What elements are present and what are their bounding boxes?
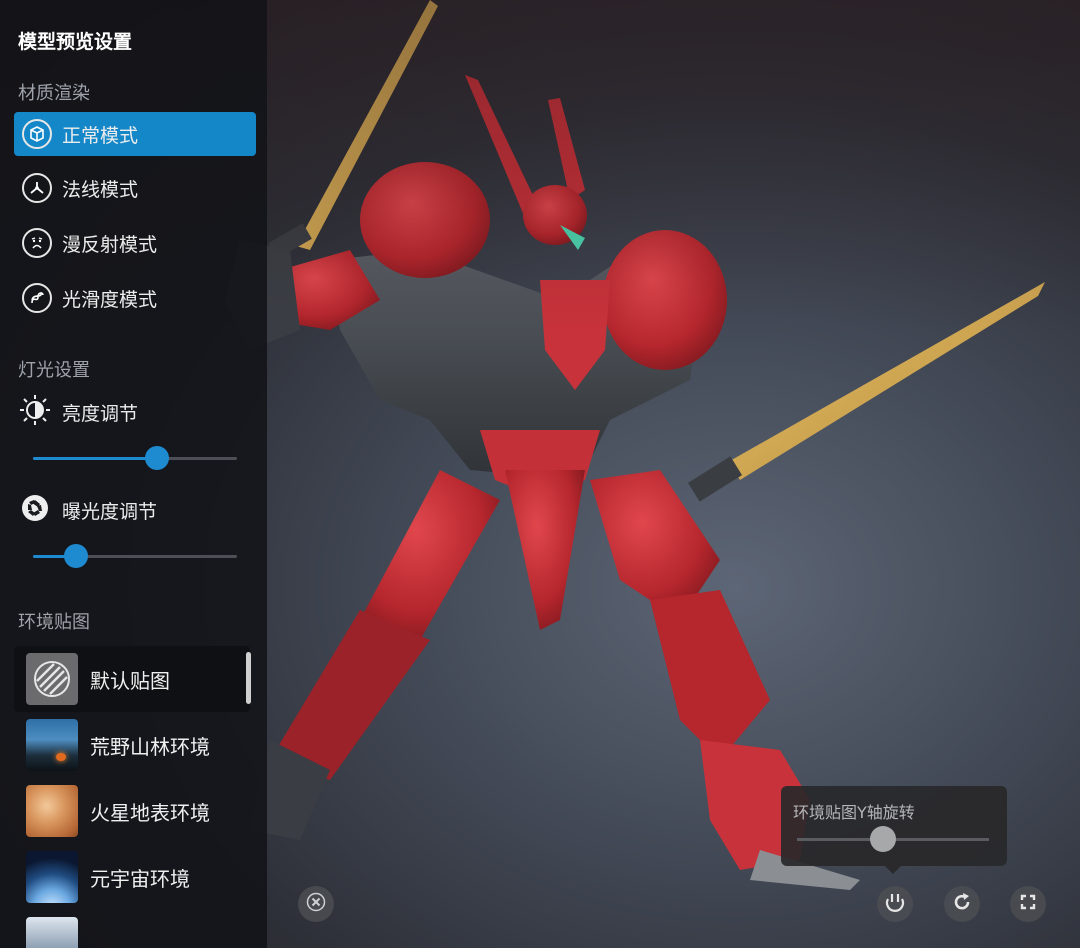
env-label: 元宇宙环境 (90, 866, 190, 891)
close-button[interactable] (298, 886, 334, 922)
mode-item-normal[interactable]: 正常模式 (14, 112, 256, 156)
aperture-icon (18, 491, 52, 529)
env-thumb-metaverse (26, 851, 78, 903)
section-title-material: 材质渲染 (18, 83, 90, 104)
env-rotation-title: 环境贴图Y轴旋转 (793, 803, 915, 822)
env-thumb-mars (26, 785, 78, 837)
fullscreen-icon (1017, 891, 1039, 917)
env-rotate-button[interactable] (877, 886, 913, 922)
sun-icon (18, 393, 52, 431)
refresh-button[interactable] (944, 886, 980, 922)
exposure-label: 曝光度调节 (62, 500, 158, 523)
mode-label: 光滑度模式 (62, 288, 158, 311)
env-item-metaverse[interactable]: 元宇宙环境 (14, 844, 250, 910)
close-icon (306, 892, 326, 916)
env-item-mars[interactable]: 火星地表环境 (14, 778, 250, 844)
slider-fill (33, 457, 158, 460)
wave-icon (22, 283, 52, 313)
section-title-environment: 环境贴图 (18, 612, 90, 633)
refresh-icon (951, 891, 973, 917)
exposure-row: 曝光度调节 (18, 491, 157, 529)
mode-label: 漫反射模式 (62, 233, 158, 256)
env-list-scrollbar[interactable] (246, 652, 251, 704)
brightness-row: 亮度调节 (18, 393, 138, 431)
env-rotation-popover: 环境贴图Y轴旋转 (781, 786, 1007, 874)
mode-label: 法线模式 (62, 178, 139, 201)
slider-knob[interactable] (63, 544, 88, 568)
mode-item-diffuse[interactable]: 漫反射模式 (14, 221, 256, 265)
tri-branch-icon (22, 173, 52, 203)
env-item-forest[interactable]: 荒野山林环境 (14, 712, 250, 778)
slider-knob[interactable] (145, 446, 170, 470)
env-rotate-icon (884, 891, 906, 917)
mode-label: 正常模式 (62, 124, 139, 147)
env-thumb-default (26, 653, 78, 705)
env-item-default[interactable]: 默认贴图 (14, 646, 250, 712)
brightness-slider[interactable] (33, 446, 237, 470)
env-thumb-partial (26, 917, 78, 948)
settings-sidebar: 模型预览设置 材质渲染 正常模式 法线模式 漫反射模式 光滑度模式 灯光设置 亮… (0, 0, 267, 948)
env-label: 默认贴图 (90, 668, 170, 693)
env-label: 荒野山林环境 (90, 734, 210, 759)
env-item-partial[interactable] (14, 910, 250, 948)
sad-face-icon (22, 228, 52, 258)
env-rotation-slider[interactable] (797, 826, 989, 852)
brightness-label: 亮度调节 (62, 402, 139, 425)
env-label: 火星地表环境 (90, 800, 210, 825)
exposure-slider[interactable] (33, 544, 237, 568)
section-title-lighting: 灯光设置 (18, 360, 90, 381)
mode-item-glossiness[interactable]: 光滑度模式 (14, 276, 256, 320)
cube-icon (22, 119, 52, 149)
fullscreen-button[interactable] (1010, 886, 1046, 922)
environment-list[interactable]: 默认贴图 荒野山林环境 火星地表环境 元宇宙环境 (14, 646, 250, 948)
mode-item-normal-map[interactable]: 法线模式 (14, 166, 256, 210)
env-thumb-forest (26, 719, 78, 771)
panel-title: 模型预览设置 (18, 31, 133, 53)
